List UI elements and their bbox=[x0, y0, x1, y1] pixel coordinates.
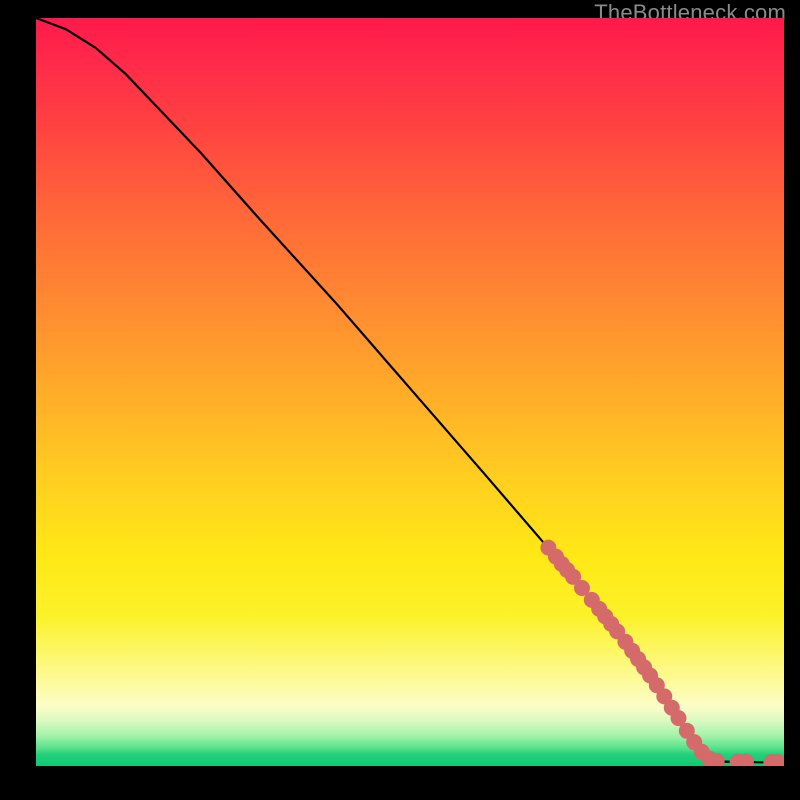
data-points bbox=[540, 540, 784, 766]
chart-frame: TheBottleneck.com bbox=[0, 0, 800, 800]
chart-overlay bbox=[36, 18, 784, 766]
bottleneck-curve bbox=[36, 18, 784, 762]
plot-area bbox=[36, 18, 784, 766]
